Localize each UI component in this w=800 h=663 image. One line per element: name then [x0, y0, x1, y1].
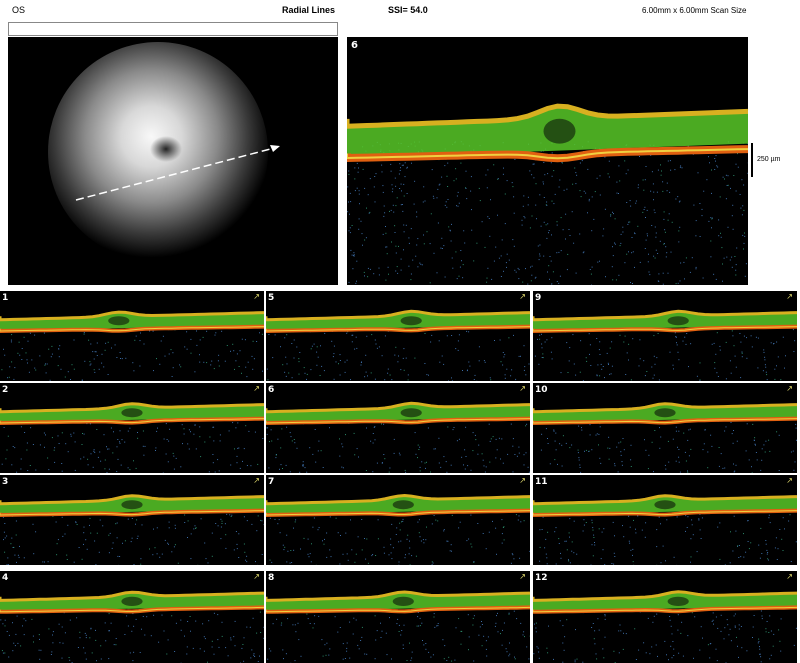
thumbnail-scan-number: 5 — [268, 293, 275, 303]
scan-direction-arrow-icon: ↗ — [253, 572, 260, 581]
thumbnail-scan-6[interactable]: 6 ↗ — [266, 383, 530, 473]
scan-direction-arrow-icon: ↗ — [786, 292, 793, 301]
scan-direction-arrow-icon: ↗ — [519, 384, 526, 393]
thumbnail-oct-image — [533, 402, 797, 473]
thumbnail-oct-image — [0, 494, 264, 565]
thumbnail-oct-image — [533, 590, 797, 663]
thumbnail-scan-number: 10 — [535, 385, 548, 395]
thumbnail-scan-number: 11 — [535, 477, 548, 487]
thumbnail-scan-3[interactable]: 3 ↗ — [0, 475, 264, 565]
thumbnail-scan-number: 9 — [535, 293, 542, 303]
thumbnail-scan-5[interactable]: 5 ↗ — [266, 291, 530, 381]
fundus-title-bar — [8, 22, 338, 36]
thumbnail-scan-number: 12 — [535, 573, 548, 583]
thumbnail-scan-9[interactable]: 9 ↗ — [533, 291, 797, 381]
ssi-label: SSI= 54.0 — [388, 5, 428, 15]
thumbnail-scan-number: 4 — [2, 573, 9, 583]
scale-label: 250 µm — [757, 156, 781, 163]
thumbnail-scan-2[interactable]: 2 ↗ — [0, 383, 264, 473]
scan-direction-arrow-icon: ↗ — [253, 292, 260, 301]
main-oct-scan[interactable]: 6 — [347, 37, 748, 285]
scan-direction-arrow-icon: ↗ — [253, 384, 260, 393]
scan-direction-arrow-icon: ↗ — [519, 292, 526, 301]
thumbnail-scan-number: 2 — [2, 385, 9, 395]
thumbnail-scan-1[interactable]: 1 ↗ — [0, 291, 264, 381]
thumbnail-scan-11[interactable]: 11 ↗ — [533, 475, 797, 565]
thumbnail-scan-7[interactable]: 7 ↗ — [266, 475, 530, 565]
thumbnail-oct-image — [0, 402, 264, 473]
thumbnail-oct-image — [266, 493, 530, 565]
thumbnail-scan-number: 1 — [2, 293, 9, 303]
thumbnail-scan-4[interactable]: 4 ↗ — [0, 571, 264, 663]
fovea-spot — [150, 136, 182, 162]
eye-label: OS — [12, 5, 26, 15]
thumbnail-scan-number: 6 — [268, 385, 275, 395]
thumbnail-scan-number: 7 — [268, 477, 275, 487]
thumbnail-scan-12[interactable]: 12 ↗ — [533, 571, 797, 663]
thumbnail-scan-10[interactable]: 10 ↗ — [533, 383, 797, 473]
thumbnail-scan-number: 8 — [268, 573, 275, 583]
thumbnail-oct-image — [0, 590, 264, 663]
scan-direction-arrow-icon: ↗ — [519, 476, 526, 485]
scan-direction-arrow-icon: ↗ — [786, 476, 793, 485]
fundus-image[interactable] — [8, 37, 338, 285]
thumbnail-oct-image — [0, 310, 264, 381]
scan-size-label: 6.00mm x 6.00mm Scan Size — [642, 6, 747, 15]
scan-type-label: Radial Lines — [282, 5, 336, 15]
thumbnail-oct-image — [533, 494, 797, 565]
scale-bar — [751, 143, 753, 177]
thumbnail-oct-image — [266, 309, 530, 381]
thumbnail-scan-number: 3 — [2, 477, 9, 487]
thumbnail-scan-8[interactable]: 8 ↗ — [266, 571, 530, 663]
main-scan-number: 6 — [351, 40, 358, 51]
thumbnail-oct-image — [266, 401, 530, 473]
thumbnail-oct-image — [533, 309, 797, 381]
scan-direction-arrow-icon: ↗ — [253, 476, 260, 485]
thumbnail-oct-image — [266, 590, 530, 663]
scan-direction-arrow-icon: ↗ — [786, 384, 793, 393]
scan-direction-arrow-icon: ↗ — [519, 572, 526, 581]
scan-direction-arrow-icon: ↗ — [786, 572, 793, 581]
